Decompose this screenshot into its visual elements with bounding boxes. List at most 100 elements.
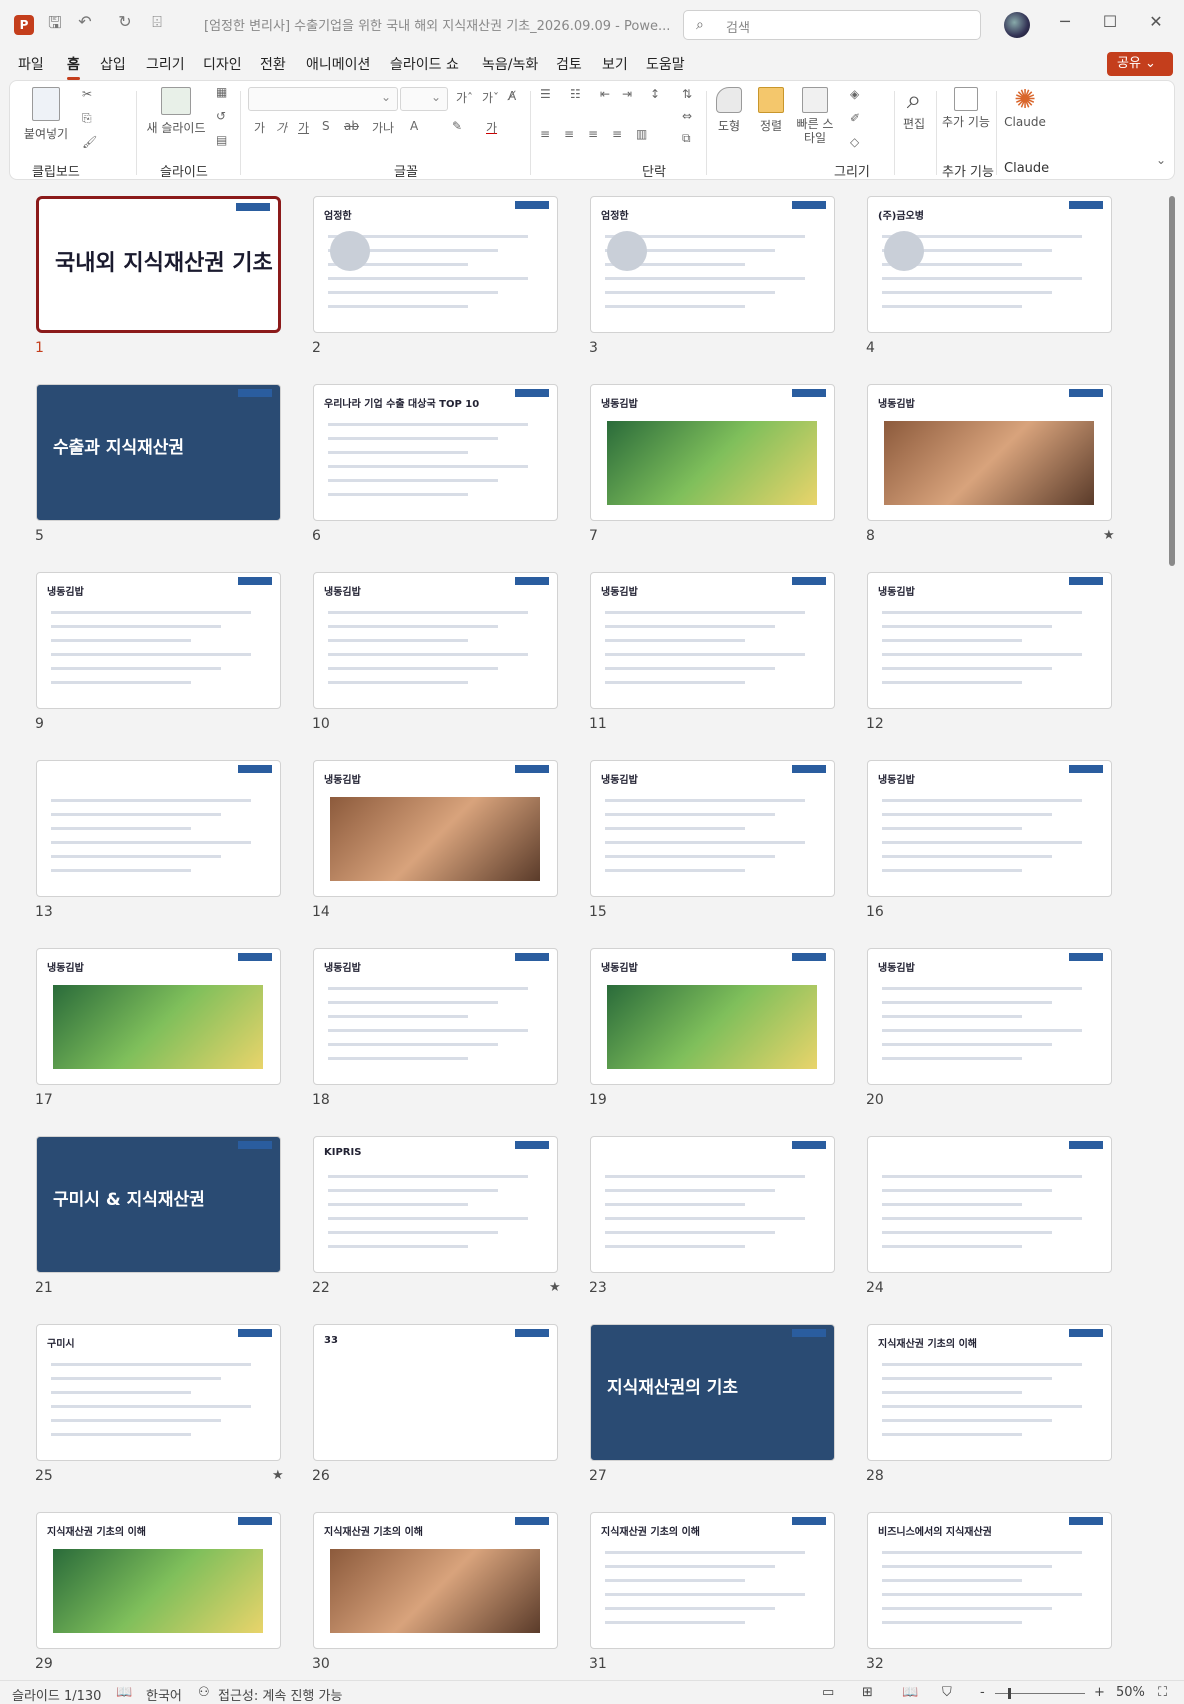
align-text-icon[interactable]: ⇔	[682, 109, 692, 123]
shadow-button[interactable]: S	[322, 119, 330, 133]
align-center-icon[interactable]: ≡	[564, 127, 574, 141]
columns-icon[interactable]: ▥	[636, 127, 647, 141]
collapse-ribbon-icon[interactable]: ⌄	[1156, 153, 1166, 167]
slide-thumbnail[interactable]: 지식재산권의 기초	[590, 1324, 835, 1461]
slide-thumbnail[interactable]: 비즈니스에서의 지식재산권	[867, 1512, 1112, 1649]
justify-icon[interactable]: ≡	[612, 127, 622, 141]
slide-thumbnail[interactable]	[36, 760, 281, 897]
slide-thumbnail[interactable]: 냉동김밥	[867, 760, 1112, 897]
slide-thumbnail[interactable]: 우리나라 기업 수출 대상국 TOP 10	[313, 384, 558, 521]
layout-icon[interactable]: ▦	[216, 85, 227, 99]
tab-draw[interactable]: 그리기	[146, 54, 185, 74]
shapes-button[interactable]: 도형	[708, 87, 750, 134]
slide-thumbnail[interactable]: 지식재산권 기초의 이해	[313, 1512, 558, 1649]
tab-slideshow[interactable]: 슬라이드 쇼	[390, 54, 459, 74]
slide-thumbnail[interactable]: 구미시	[36, 1324, 281, 1461]
line-spacing-icon[interactable]: ↕	[650, 87, 660, 101]
strikethrough-button[interactable]: ab	[344, 119, 359, 133]
save-icon[interactable]: 🖫	[42, 12, 68, 39]
tab-home[interactable]: 홈	[67, 54, 80, 80]
edit-button[interactable]: ⌕ 편집	[896, 85, 932, 132]
slide-thumbnail[interactable]: 냉동김밥	[590, 384, 835, 521]
spellcheck-icon[interactable]: 📖	[116, 1685, 132, 1700]
zoom-level[interactable]: 50%	[1116, 1685, 1145, 1700]
slide-thumbnail[interactable]: 구미시 & 지식재산권	[36, 1136, 281, 1273]
reading-view-icon[interactable]: 📖	[902, 1685, 918, 1700]
addins-button[interactable]: 추가 기능	[938, 87, 994, 129]
slide-thumbnail[interactable]: 냉동김밥	[36, 572, 281, 709]
maximize-button[interactable]: ☐	[1090, 12, 1130, 31]
slide-thumbnail[interactable]: 수출과 지식재산권	[36, 384, 281, 521]
fit-to-window-icon[interactable]: ⛶	[1158, 1685, 1167, 1700]
account-avatar[interactable]	[1004, 12, 1030, 38]
spacing-button[interactable]: 가나	[372, 119, 394, 136]
zoom-out-button[interactable]: -	[980, 1685, 985, 1700]
section-icon[interactable]: ▤	[216, 133, 227, 147]
highlight-icon[interactable]: ✎	[452, 119, 462, 133]
tab-transitions[interactable]: 전환	[260, 54, 286, 74]
slide-thumbnail[interactable]: 국내외 지식재산권 기초	[36, 196, 281, 333]
accessibility-status[interactable]: 접근성: 계속 진행 가능	[218, 1685, 342, 1704]
format-painter-icon[interactable]: 🖌	[82, 135, 97, 149]
tab-view[interactable]: 보기	[602, 54, 628, 74]
change-case-button[interactable]: A	[410, 119, 418, 133]
paste-button[interactable]: 붙여넣기	[18, 87, 74, 142]
share-button[interactable]: 공유 ⌄	[1107, 52, 1173, 76]
tab-review[interactable]: 검토	[556, 54, 582, 74]
slide-thumbnail[interactable]: 냉동김밥	[313, 572, 558, 709]
shape-fill-icon[interactable]: ◈	[850, 87, 859, 101]
search-box[interactable]: ⌕ 검색	[683, 10, 981, 40]
slideshow-view-icon[interactable]: ⛉	[942, 1685, 952, 1700]
cut-icon[interactable]: ✂	[82, 87, 92, 101]
decrease-font-icon[interactable]: 가ˇ	[482, 89, 499, 106]
slide-thumbnail[interactable]	[867, 1136, 1112, 1273]
slide-thumbnail[interactable]: 냉동김밥	[867, 384, 1112, 521]
text-direction-icon[interactable]: ⇅	[682, 87, 692, 101]
align-left-icon[interactable]: ≡	[540, 127, 550, 141]
slide-thumbnail[interactable]: 냉동김밥	[313, 948, 558, 1085]
slide-thumbnail[interactable]: 냉동김밥	[590, 948, 835, 1085]
tab-help[interactable]: 도움말	[646, 54, 685, 74]
slide-thumbnail[interactable]: 지식재산권 기초의 이해	[590, 1512, 835, 1649]
tab-file[interactable]: 파일	[18, 54, 44, 74]
bold-button[interactable]: 가	[254, 119, 265, 136]
language-indicator[interactable]: 한국어	[146, 1685, 182, 1704]
numbering-icon[interactable]: ☷	[570, 87, 581, 101]
minimize-button[interactable]: ─	[1045, 12, 1085, 31]
slide-thumbnail[interactable]: 엄정한	[313, 196, 558, 333]
vertical-scrollbar[interactable]	[1166, 182, 1178, 1670]
slide-thumbnail[interactable]: 냉동김밥	[590, 760, 835, 897]
tab-insert[interactable]: 삽입	[100, 54, 126, 74]
copy-icon[interactable]: ⎘	[82, 111, 92, 126]
redo-icon[interactable]: ↻	[112, 12, 138, 31]
zoom-in-button[interactable]: +	[1094, 1685, 1105, 1700]
slide-thumbnail[interactable]	[590, 1136, 835, 1273]
scrollbar-thumb[interactable]	[1169, 196, 1175, 566]
slide-thumbnail[interactable]: (주)금오병	[867, 196, 1112, 333]
clear-format-icon[interactable]: A̸	[508, 89, 516, 103]
bullets-icon[interactable]: ☰	[540, 87, 551, 101]
new-slide-button[interactable]: 새 슬라이드	[140, 87, 212, 136]
underline-button[interactable]: 가	[298, 119, 309, 136]
increase-indent-icon[interactable]: ⇥	[622, 87, 632, 101]
slide-thumbnail[interactable]: 냉동김밥	[313, 760, 558, 897]
slide-thumbnail[interactable]: 냉동김밥	[867, 572, 1112, 709]
quick-styles-button[interactable]: 빠른 스타일	[792, 87, 838, 145]
slide-thumbnail[interactable]: 냉동김밥	[867, 948, 1112, 1085]
claude-button[interactable]: ✺ Claude	[1000, 85, 1050, 129]
slide-thumbnail[interactable]: 냉동김밥	[590, 572, 835, 709]
align-right-icon[interactable]: ≡	[588, 127, 598, 141]
undo-icon[interactable]: ↶	[72, 12, 98, 31]
tab-record[interactable]: 녹음/녹화	[482, 54, 538, 74]
italic-button[interactable]: 가	[276, 119, 287, 136]
font-size-select[interactable]	[400, 87, 448, 111]
slide-thumbnail[interactable]: 엄정한	[590, 196, 835, 333]
arrange-button[interactable]: 정렬	[750, 87, 792, 134]
tab-design[interactable]: 디자인	[203, 54, 242, 74]
slide-thumbnail[interactable]: KIPRIS	[313, 1136, 558, 1273]
qat-customize-icon[interactable]: ⌹	[144, 12, 170, 32]
slide-thumbnail[interactable]: 냉동김밥	[36, 948, 281, 1085]
font-family-select[interactable]	[248, 87, 398, 111]
decrease-indent-icon[interactable]: ⇤	[600, 87, 610, 101]
increase-font-icon[interactable]: 가ˆ	[456, 89, 473, 106]
